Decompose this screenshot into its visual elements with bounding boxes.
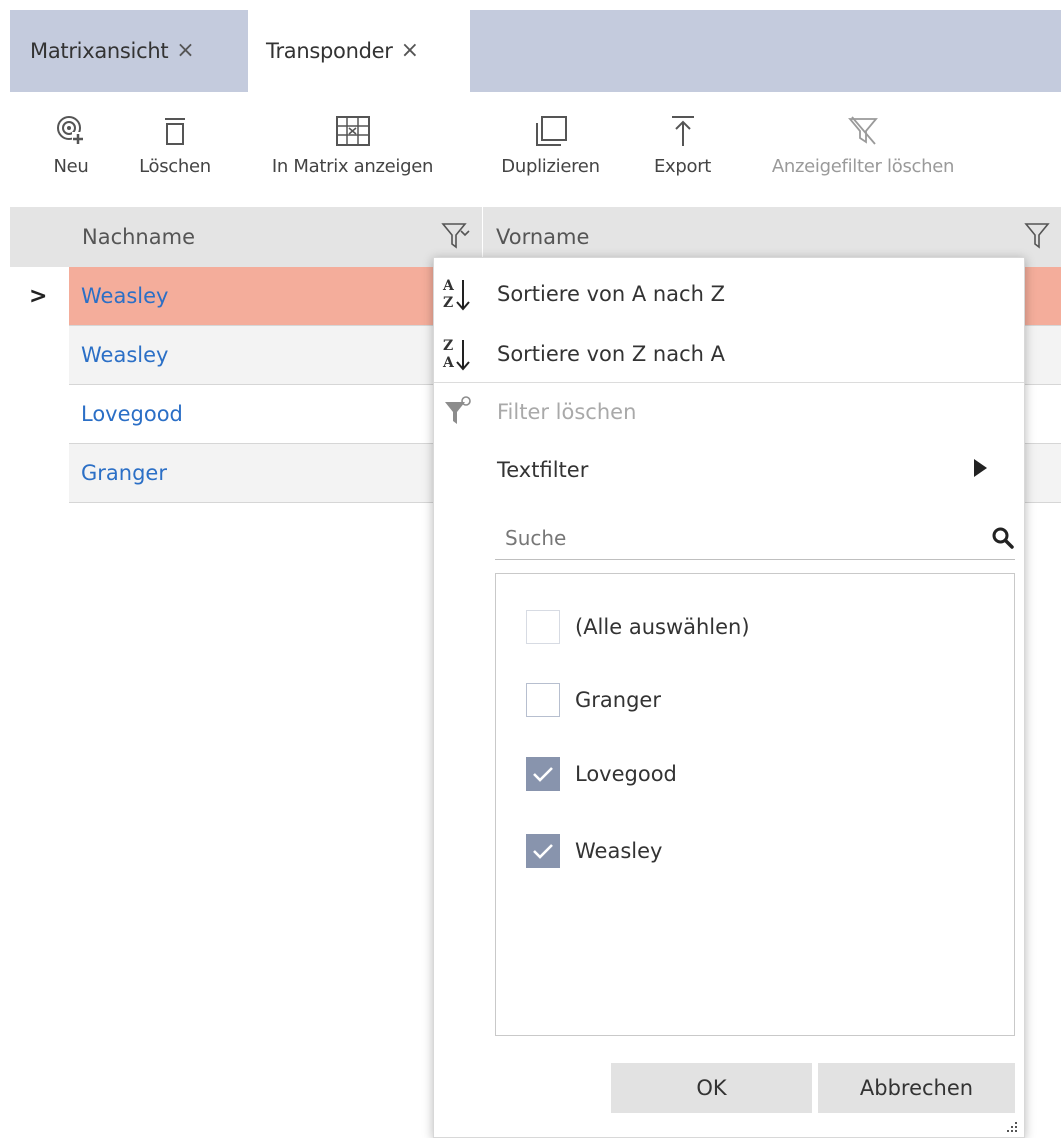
clear-filter-icon [848, 112, 878, 150]
list-item-label: (Alle auswählen) [575, 615, 750, 639]
checkmark-icon [533, 767, 553, 782]
delete-label: Löschen [139, 156, 211, 177]
filter-values-list: (Alle auswählen) Granger Lovegood Weasle… [495, 573, 1015, 1036]
tab-matrixansicht[interactable]: Matrixansicht × [10, 10, 248, 92]
filter-icon[interactable] [1024, 221, 1050, 251]
duplicate-button[interactable]: Duplizieren [488, 92, 613, 206]
list-item-label: Lovegood [575, 762, 677, 786]
svg-text:A: A [442, 355, 455, 371]
cell-nachname[interactable]: Weasley [69, 326, 483, 384]
current-row-marker: > [29, 284, 48, 309]
column-header-nachname[interactable]: Nachname [69, 207, 483, 267]
text-filter-label: Textfilter [497, 458, 589, 482]
delete-button[interactable]: Löschen [130, 92, 220, 206]
tab-bar: Matrixansicht × Transponder × [10, 10, 1061, 92]
cell-nachname[interactable]: Weasley [69, 267, 483, 325]
sort-descending-label: Sortiere von Z nach A [497, 342, 725, 366]
svg-text:A: A [442, 278, 455, 294]
search-box [495, 516, 1015, 560]
sort-ascending-item[interactable]: A Z Sortiere von A nach Z [434, 265, 1024, 323]
clear-display-filter-label: Anzeigefilter löschen [771, 156, 955, 177]
clear-filter-item[interactable]: Filter löschen [434, 383, 1024, 441]
filter-icon[interactable] [441, 221, 467, 251]
search-input[interactable] [505, 516, 955, 560]
tab-label: Transponder [266, 39, 393, 63]
list-item-select-all[interactable]: (Alle auswählen) [526, 607, 750, 647]
clear-filter-icon [445, 396, 471, 424]
tab-label: Matrixansicht [30, 39, 169, 63]
column-title: Vorname [496, 225, 590, 249]
cell-nachname[interactable]: Granger [69, 444, 483, 502]
column-title: Nachname [82, 225, 195, 249]
search-icon[interactable] [991, 526, 1015, 550]
show-in-matrix-button[interactable]: In Matrix anzeigen [255, 92, 450, 206]
clear-filter-label: Filter löschen [497, 400, 637, 424]
tab-transponder[interactable]: Transponder × [248, 10, 470, 92]
duplicate-label: Duplizieren [501, 156, 600, 177]
export-button[interactable]: Export [645, 92, 720, 206]
new-button[interactable]: Neu [50, 92, 92, 206]
checkbox[interactable] [526, 834, 560, 868]
new-transponder-icon [56, 112, 86, 150]
ok-button[interactable]: OK [611, 1063, 812, 1113]
sort-ascending-label: Sortiere von A nach Z [497, 282, 725, 306]
svg-text:Z: Z [443, 295, 453, 311]
list-item-label: Granger [575, 688, 661, 712]
resize-grip-icon[interactable] [1006, 1121, 1018, 1133]
svg-text:Z: Z [443, 338, 453, 354]
checkmark-icon [533, 844, 553, 859]
column-filter-popup: A Z Sortiere von A nach Z Z A Sortiere v… [433, 257, 1025, 1138]
row-indicator-header [10, 207, 69, 267]
submenu-arrow-icon [974, 459, 987, 477]
text-filter-item[interactable]: Textfilter [434, 441, 1024, 499]
checkbox[interactable] [526, 610, 560, 644]
clear-display-filter-button[interactable]: Anzeigefilter löschen [752, 92, 974, 206]
close-icon[interactable]: × [401, 40, 419, 62]
show-in-matrix-label: In Matrix anzeigen [271, 156, 434, 177]
new-label: Neu [53, 156, 89, 177]
list-item-label: Weasley [575, 839, 663, 863]
sort-z-a-icon: Z A [442, 338, 470, 371]
cell-nachname[interactable]: Lovegood [69, 385, 483, 443]
export-label: Export [653, 156, 712, 177]
list-item[interactable]: Granger [526, 680, 661, 720]
sort-a-z-icon: A Z [442, 278, 470, 311]
matrix-grid-icon [335, 112, 370, 150]
list-item[interactable]: Lovegood [526, 754, 677, 794]
checkbox[interactable] [526, 757, 560, 791]
list-item[interactable]: Weasley [526, 831, 662, 871]
cancel-button[interactable]: Abbrechen [818, 1063, 1015, 1113]
toolbar: Neu Löschen In Matrix anzeigen Duplizier… [0, 92, 1061, 206]
duplicate-icon [534, 112, 568, 150]
checkbox[interactable] [526, 683, 560, 717]
export-icon [670, 112, 696, 150]
trash-icon [164, 112, 186, 150]
close-icon[interactable]: × [176, 40, 194, 62]
sort-descending-item[interactable]: Z A Sortiere von Z nach A [434, 325, 1024, 383]
